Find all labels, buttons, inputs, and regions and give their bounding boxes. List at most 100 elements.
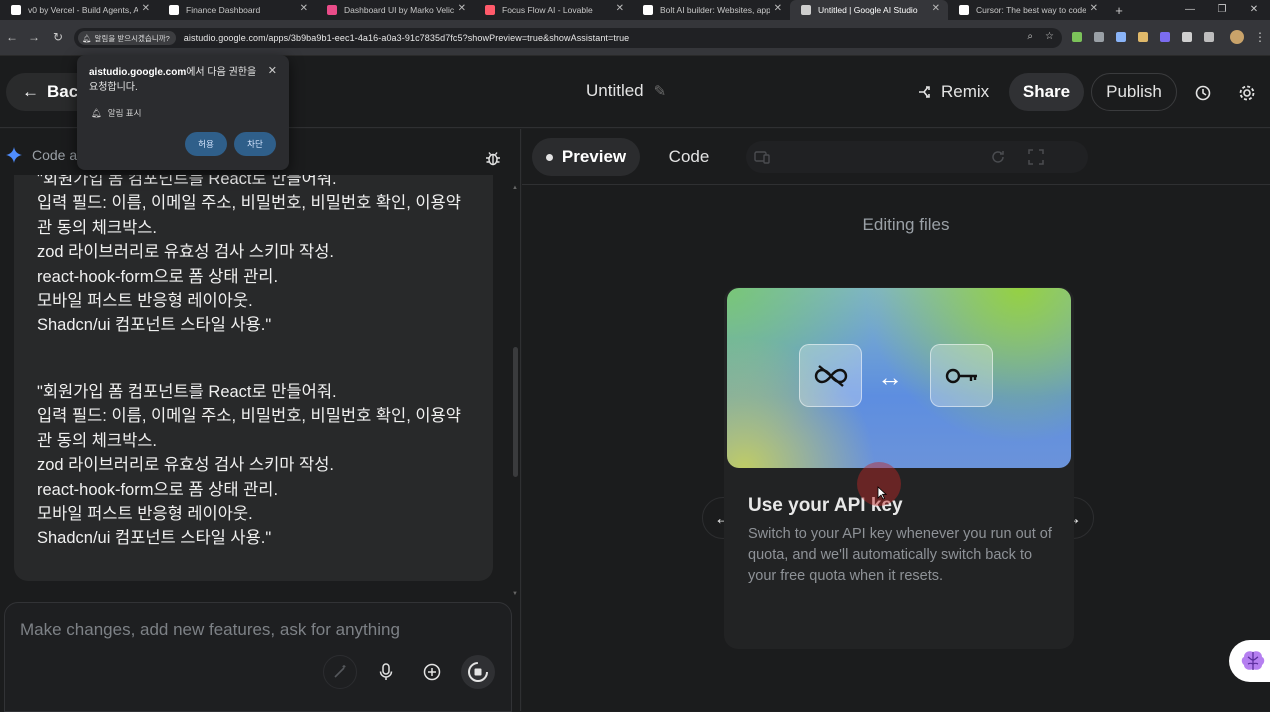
bug-icon[interactable]	[484, 149, 502, 167]
permission-chip[interactable]: 🔔︎ 알림을 받으시겠습니까?	[78, 31, 176, 45]
close-tab-icon[interactable]: ✕	[1090, 3, 1098, 14]
api-key-card: ↔ Use your API key Switch to your API ke…	[724, 287, 1074, 649]
popup-permission-label: 알림 표시	[107, 108, 142, 118]
browser-tab[interactable]: Bolt AI builder: Websites, app ✕	[632, 0, 790, 20]
extension-icon[interactable]	[1116, 32, 1126, 42]
share-button[interactable]: Share	[1009, 73, 1084, 111]
double-arrow-icon: ↔	[877, 362, 903, 392]
assistant-fab-button[interactable]	[1229, 640, 1270, 682]
browser-tab-title: Bolt AI builder: Websites, app	[660, 5, 770, 15]
brain-icon	[1241, 651, 1265, 670]
page-title[interactable]: Untitled ✎	[586, 81, 666, 101]
zoom-icon[interactable]: ⌕	[1027, 31, 1033, 42]
browser-tab[interactable]: Finance Dashboard ✕	[158, 0, 316, 20]
message-line: 입력 필드: 이름, 이메일 주소, 비밀번호, 비밀번호 확인, 이용약	[37, 194, 461, 213]
popup-message: aistudio.google.com에서 다음 권한을 요청합니다.	[89, 65, 259, 95]
stop-button[interactable]	[461, 655, 495, 689]
refresh-icon[interactable]	[990, 149, 1006, 165]
magic-wand-icon	[334, 665, 346, 678]
tab-code[interactable]: Code	[654, 138, 724, 176]
close-tab-icon[interactable]: ✕	[458, 3, 466, 14]
url-text[interactable]: aistudio.google.com/apps/3b9ba9b1-eec1-4…	[184, 33, 630, 43]
close-tab-icon[interactable]: ✕	[774, 3, 782, 14]
browser-tab-title: Cursor: The best way to code	[976, 5, 1086, 15]
minimize-icon[interactable]: —	[1174, 0, 1206, 20]
microphone-icon	[379, 663, 393, 680]
message-line: 관 동의 체크박스.	[37, 218, 158, 237]
puzzle-icon[interactable]	[1182, 32, 1192, 42]
infinity-off-icon	[814, 364, 847, 387]
tab-preview-label: Preview	[561, 147, 627, 166]
add-button[interactable]	[415, 655, 449, 689]
prompt-input[interactable]: Make changes, add new features, ask for …	[4, 602, 512, 712]
extension-icon[interactable]	[1138, 32, 1148, 42]
profile-avatar[interactable]	[1230, 30, 1244, 44]
maximize-icon[interactable]: ❐	[1206, 0, 1238, 20]
publish-button[interactable]: Publish	[1091, 73, 1177, 111]
close-window-icon[interactable]: ✕	[1238, 0, 1270, 20]
new-tab-button[interactable]: +	[1110, 3, 1128, 18]
kebab-menu-icon[interactable]: ⋮	[1254, 30, 1266, 44]
extension-icon[interactable]	[1094, 32, 1104, 42]
browser-tab-title: Finance Dashboard	[186, 5, 261, 15]
v0-icon	[11, 5, 21, 15]
publish-button-label: Publish	[1106, 82, 1162, 101]
pencil-icon[interactable]: ✎	[654, 82, 667, 100]
close-tab-icon[interactable]: ✕	[932, 3, 940, 14]
bolt-icon	[643, 5, 653, 15]
microphone-button[interactable]	[369, 655, 403, 689]
back-arrow-icon[interactable]: ←	[4, 30, 20, 44]
close-tab-icon[interactable]: ✕	[300, 3, 308, 14]
permission-popup: aistudio.google.com에서 다음 권한을 요청합니다. ✕ 🔔︎…	[77, 55, 289, 170]
browser-tab[interactable]: v0 by Vercel - Build Agents, A ✕	[0, 0, 158, 20]
message-line: 모바일 퍼스트 반응형 레이아웃.	[37, 505, 253, 524]
message-line: 관 동의 체크박스.	[37, 431, 158, 450]
mouse-cursor-icon	[877, 486, 887, 500]
message-line: 모바일 퍼스트 반응형 레이아웃.	[37, 292, 253, 311]
close-tab-icon[interactable]: ✕	[142, 3, 150, 14]
message-line: "회원가입 폼 컴포넌트를 React로 만들어줘.	[37, 175, 337, 188]
gear-icon[interactable]	[1238, 84, 1256, 102]
close-tab-icon[interactable]: ✕	[616, 3, 624, 14]
sidebar-icon[interactable]	[1204, 32, 1214, 42]
scrollbar-thumb[interactable]	[513, 347, 518, 477]
remix-icon	[919, 86, 930, 98]
browser-tab-bar: v0 by Vercel - Build Agents, A ✕ Finance D…	[0, 0, 1270, 20]
bookmark-star-icon[interactable]: ☆	[1045, 31, 1054, 42]
browser-tab[interactable]: Focus Flow AI - Lovable ✕	[474, 0, 632, 20]
tab-code-label: Code	[668, 147, 710, 166]
extension-icon[interactable]	[1072, 32, 1082, 42]
browser-tab[interactable]: Cursor: The best way to code ✕	[948, 0, 1106, 20]
browser-tab[interactable]: Dashboard UI by Marko Velick ✕	[316, 0, 474, 20]
bell-icon: 🔔︎	[82, 33, 92, 43]
allow-button[interactable]: 허용	[185, 132, 227, 156]
forward-arrow-icon[interactable]: →	[26, 30, 42, 44]
window-controls: — ❐ ✕	[1174, 0, 1270, 20]
scroll-down-icon[interactable]: ▼	[512, 591, 518, 597]
message-line: "회원가입 폼 컴포넌트를 React로 만들어줘.	[37, 383, 337, 401]
bell-icon: 🔔︎	[91, 107, 102, 118]
close-icon[interactable]: ✕	[268, 64, 277, 77]
dribbble-icon	[327, 5, 337, 15]
remix-button[interactable]: Remix	[905, 73, 1001, 111]
scroll-up-icon[interactable]: ▲	[512, 185, 518, 191]
reload-icon[interactable]: ↻	[50, 30, 66, 44]
extension-icon[interactable]	[1160, 32, 1170, 42]
key-icon	[945, 368, 977, 383]
plus-circle-icon	[423, 663, 441, 681]
device-toggle-icon[interactable]	[754, 149, 770, 165]
fullscreen-icon[interactable]	[1028, 149, 1044, 165]
stop-icon	[468, 662, 488, 682]
browser-toolbar: ← → ↻ 🔔︎ 알림을 받으시겠습니까? aistudio.google.co…	[0, 20, 1270, 56]
message-line: 입력 필드: 이름, 이메일 주소, 비밀번호, 비밀번호 확인, 이용약	[37, 407, 461, 426]
message-text: "회원가입 폼 컴포넌트를 React로 만들어줘. 입력 필드: 이름, 이메일…	[37, 175, 461, 338]
address-bar[interactable]: 🔔︎ 알림을 받으시겠습니까? aistudio.google.com/apps…	[74, 28, 1062, 48]
key-tile	[930, 344, 993, 407]
magic-wand-button[interactable]	[323, 655, 357, 689]
tab-preview[interactable]: Preview	[532, 138, 640, 176]
remix-button-label: Remix	[941, 82, 990, 101]
history-icon[interactable]	[1194, 84, 1212, 102]
block-button[interactable]: 차단	[234, 132, 276, 156]
popup-site: aistudio.google.com	[89, 67, 187, 78]
browser-tab[interactable]: Untitled | Google AI Studio ✕	[790, 0, 948, 20]
